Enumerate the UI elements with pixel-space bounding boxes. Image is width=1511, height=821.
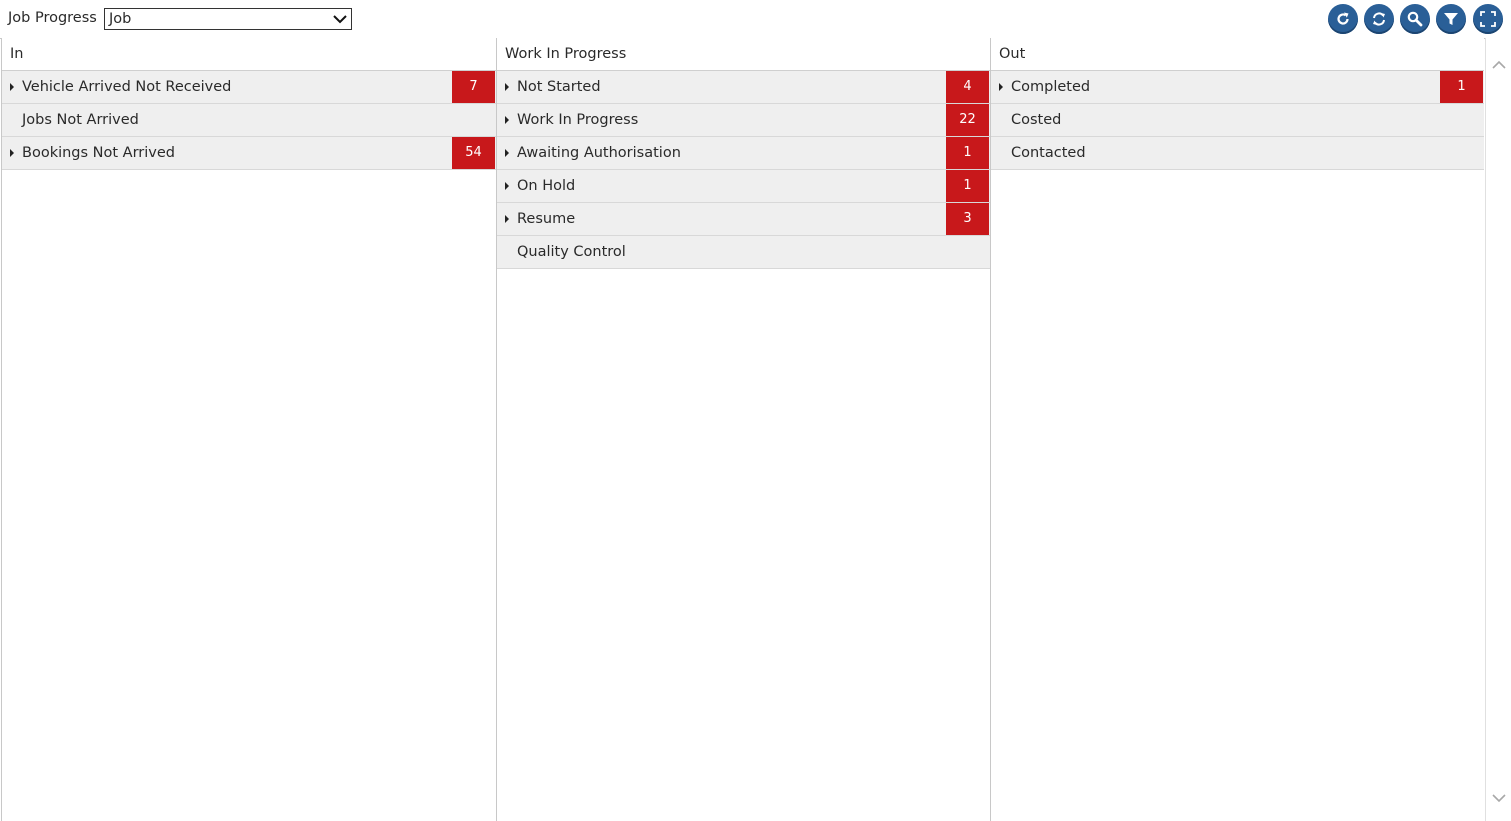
status-label: Jobs Not Arrived [22,112,139,128]
column-work-in-progress: Work In Progress Not Started 4 Work In P… [496,38,990,821]
expand-arrow-icon[interactable] [999,83,1003,91]
expand-arrow-icon[interactable] [10,83,14,91]
fullscreen-button[interactable] [1473,4,1503,34]
expand-arrow-icon[interactable] [505,182,509,190]
expand-arrow-icon[interactable] [505,83,509,91]
scroll-down-icon[interactable] [1492,793,1506,803]
count-badge: 4 [946,71,989,103]
refresh-button[interactable] [1328,4,1358,34]
expand-arrow-icon[interactable] [505,215,509,223]
search-icon [1407,11,1423,27]
status-label: Costed [1011,112,1062,128]
status-row-jobs-not-arrived[interactable]: Jobs Not Arrived [2,104,496,137]
status-label: Not Started [517,79,601,95]
scroll-up-icon[interactable] [1492,60,1506,70]
count-badge: 7 [452,71,495,103]
search-button[interactable] [1400,4,1430,34]
expand-arrow-icon[interactable] [505,149,509,157]
status-row-awaiting-authorisation[interactable]: Awaiting Authorisation 1 [497,137,990,170]
count-badge: 1 [1440,71,1483,103]
count-badge: 54 [452,137,495,169]
status-row-contacted[interactable]: Contacted [991,137,1484,170]
page-title: Job Progress [8,10,97,26]
status-label: Work In Progress [517,112,639,128]
refresh-icon [1337,12,1349,25]
sync-button[interactable] [1364,4,1394,34]
vertical-scrollbar[interactable] [1485,38,1511,821]
sync-icon [1373,12,1385,26]
status-label: Quality Control [517,244,626,260]
status-row-quality-control[interactable]: Quality Control [497,236,990,269]
status-label: On Hold [517,178,576,194]
status-label: Resume [517,211,576,227]
filter-button[interactable] [1436,4,1466,34]
status-row-on-hold[interactable]: On Hold 1 [497,170,990,203]
count-badge: 22 [946,104,989,136]
status-label: Awaiting Authorisation [517,145,681,161]
status-row-completed[interactable]: Completed 1 [991,71,1484,104]
column-out: Out Completed 1 Costed Contacted [990,38,1484,821]
filter-icon [1444,13,1458,25]
status-label: Bookings Not Arrived [22,145,176,161]
status-row-not-started[interactable]: Not Started 4 [497,71,990,104]
status-label: Contacted [1011,145,1086,161]
status-label: Vehicle Arrived Not Received [22,79,232,95]
count-badge: 3 [946,203,989,235]
job-progress-board: In Vehicle Arrived Not Received 7 Jobs N… [0,38,1485,821]
toolbar: Job Progress Job [0,0,1511,39]
count-badge: 1 [946,170,989,202]
expand-arrow-icon[interactable] [505,116,509,124]
status-row-work-in-progress[interactable]: Work In Progress 22 [497,104,990,137]
column-header: In [2,38,496,71]
expand-arrow-icon[interactable] [10,149,14,157]
fullscreen-icon [1480,11,1496,27]
status-row-resume[interactable]: Resume 3 [497,203,990,236]
column-header: Out [991,38,1484,71]
view-select-value: Job [109,11,132,27]
chevron-down-icon [333,15,347,24]
status-row-costed[interactable]: Costed [991,104,1484,137]
column-in: In Vehicle Arrived Not Received 7 Jobs N… [1,38,496,821]
view-select[interactable]: Job [104,8,352,30]
status-row-vehicle-arrived-not-received[interactable]: Vehicle Arrived Not Received 7 [2,71,496,104]
status-row-bookings-not-arrived[interactable]: Bookings Not Arrived 54 [2,137,496,170]
column-header: Work In Progress [497,38,990,71]
status-label: Completed [1011,79,1091,95]
count-badge: 1 [946,137,989,169]
